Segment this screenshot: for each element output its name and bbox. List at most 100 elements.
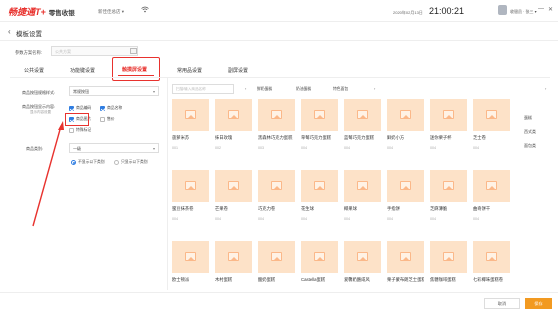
product-tile[interactable]: 椰果球 004 [344, 170, 381, 221]
product-name: 椰果球 [344, 206, 357, 211]
image-placeholder-icon [443, 181, 454, 190]
product-name: 蜜豆抹茶卷 [172, 206, 194, 211]
product-tile[interactable]: 焦糖咖啡蛋糕 [430, 241, 467, 288]
product-tile[interactable]: 曲奇饼干 004 [473, 170, 510, 221]
checkbox-special-mark[interactable] [69, 128, 74, 133]
product-code: 001 [172, 146, 178, 150]
product-tile[interactable]: 黑森林巧克力蛋糕 003 [258, 99, 295, 150]
product-image [387, 241, 424, 273]
minimize-icon[interactable]: — [538, 6, 544, 12]
radio-label: 不显示以下类别 [78, 160, 105, 164]
product-tile[interactable]: 抹日玫瑰 002 [215, 99, 252, 150]
product-image [258, 241, 295, 273]
product-code: 002 [215, 146, 221, 150]
category-tab[interactable]: 奶油蛋糕 [296, 87, 311, 92]
tab-divider [10, 77, 550, 78]
close-icon[interactable]: ✕ [548, 6, 553, 13]
product-image [473, 99, 510, 131]
product-name: 黑森林巧克力蛋糕 [258, 135, 293, 140]
product-search-input[interactable]: 扫描/输入商品名称 [172, 84, 234, 94]
product-tile[interactable]: 芒果卷 004 [215, 170, 252, 221]
chevron-right-icon[interactable]: › [545, 86, 546, 91]
current-date: 2020年02月13日 [393, 10, 423, 15]
product-image [301, 170, 338, 202]
tab-secondary-screen[interactable]: 副屏设置 [228, 67, 248, 74]
product-tile[interactable]: 栗子蒙布朗芝士蛋糕 [387, 241, 424, 288]
tab-function-keys[interactable]: 功能键设置 [70, 67, 95, 74]
product-tile[interactable]: 菠萝米苏 001 [172, 99, 209, 150]
product-name: 迷你栗子杯 [430, 135, 452, 140]
product-tile[interactable]: 草莓巧克力蛋糕 004 [301, 99, 338, 150]
image-placeholder-icon [357, 252, 368, 261]
chevron-left-icon[interactable]: ‹ [245, 86, 246, 91]
category-tab[interactable]: 鲜奶蛋糕 [257, 87, 272, 92]
back-icon[interactable]: ‹ [8, 27, 11, 36]
product-image [430, 99, 467, 131]
image-placeholder-icon [400, 181, 411, 190]
product-tile[interactable]: 七彩椰味蛋糕卷 [473, 241, 510, 288]
checkbox-label: 商品编码 [76, 106, 92, 110]
image-placeholder-icon [314, 252, 325, 261]
product-tile[interactable]: 芝士卷 004 [473, 99, 510, 150]
product-name: 巧克力卷 [258, 206, 276, 211]
product-tile[interactable]: 花生球 004 [301, 170, 338, 221]
side-category-link[interactable]: 面包类 [524, 143, 536, 149]
checkbox-price[interactable] [100, 117, 105, 122]
category-tab[interactable]: 特色面包 [333, 87, 348, 92]
product-image [473, 170, 510, 202]
product-tile[interactable]: 木村蛋糕 [215, 241, 252, 288]
product-name: 芒果卷 [215, 206, 228, 211]
app-logo: 畅捷通T+ 零售收银 [8, 5, 75, 18]
product-tile[interactable]: 鲜奶小方 004 [387, 99, 424, 150]
image-placeholder-icon [185, 110, 196, 119]
checkbox-product-name[interactable] [100, 106, 105, 111]
tab-common-products[interactable]: 常用品设置 [177, 67, 202, 74]
product-code: 004 [430, 217, 436, 221]
product-tile[interactable]: 爱馨奶酪咸风 [344, 241, 381, 288]
product-name: 欧士顿派 [172, 277, 190, 282]
product-tile[interactable]: 欧士顿派 [172, 241, 209, 288]
chevron-right-icon[interactable]: › [374, 86, 375, 91]
product-name: 草莓巧克力蛋糕 [301, 135, 332, 140]
product-tile[interactable]: 迷你栗子杯 004 [430, 99, 467, 150]
product-image [344, 170, 381, 202]
product-code: 004 [473, 146, 479, 150]
checkbox-label: 商品名称 [107, 106, 123, 110]
side-category-link[interactable]: 西式类 [524, 129, 536, 135]
product-name: 抹日玫瑰 [215, 135, 233, 140]
product-tile[interactable]: 蓝莓巧克力蛋糕 004 [344, 99, 381, 150]
tab-public-settings[interactable]: 公共设置 [24, 67, 44, 74]
image-placeholder-icon [271, 252, 282, 261]
button-style-select[interactable]: 常规按钮 ▾ [69, 86, 159, 96]
cancel-button[interactable]: 取消 [484, 298, 520, 309]
image-placeholder-icon [314, 110, 325, 119]
category-select[interactable]: 一级 ▾ [69, 143, 159, 153]
side-category-link[interactable]: 蛋糕 [524, 115, 532, 121]
scheme-picker-button[interactable] [130, 48, 137, 54]
product-image [215, 170, 252, 202]
product-tile[interactable]: 蜜豆抹茶卷 004 [172, 170, 209, 221]
product-tile[interactable]: 手指饼 004 [387, 170, 424, 221]
scheme-name-input[interactable]: 公共方案 [51, 46, 138, 56]
image-placeholder-icon [400, 110, 411, 119]
scheme-name-label: 参数方案名称: [15, 50, 42, 55]
checkbox-product-code[interactable] [69, 106, 74, 111]
shop-selector[interactable]: 新佳佳总店 ▾ [98, 9, 124, 15]
user-menu[interactable]: 收银员 · 张三 ▾ [510, 9, 537, 15]
divider [0, 40, 558, 41]
product-tile[interactable]: 巧克力卷 004 [258, 170, 295, 221]
product-tile[interactable]: 芝麻薄脆 004 [430, 170, 467, 221]
product-tile[interactable]: 酸奶蛋糕 [258, 241, 295, 288]
product-name: 曲奇饼干 [473, 206, 491, 211]
save-button[interactable]: 保存 [525, 298, 552, 309]
product-code: 004 [387, 217, 393, 221]
image-placeholder-icon [271, 181, 282, 190]
product-code: 004 [172, 217, 178, 221]
button-style-value: 常规按钮 [73, 89, 89, 94]
radio-hide-categories[interactable] [71, 160, 76, 165]
radio-show-categories[interactable] [114, 160, 119, 165]
product-image [430, 241, 467, 273]
product-code: 004 [430, 146, 436, 150]
product-tile[interactable]: Castella蛋糕 [301, 241, 338, 288]
product-image [430, 170, 467, 202]
